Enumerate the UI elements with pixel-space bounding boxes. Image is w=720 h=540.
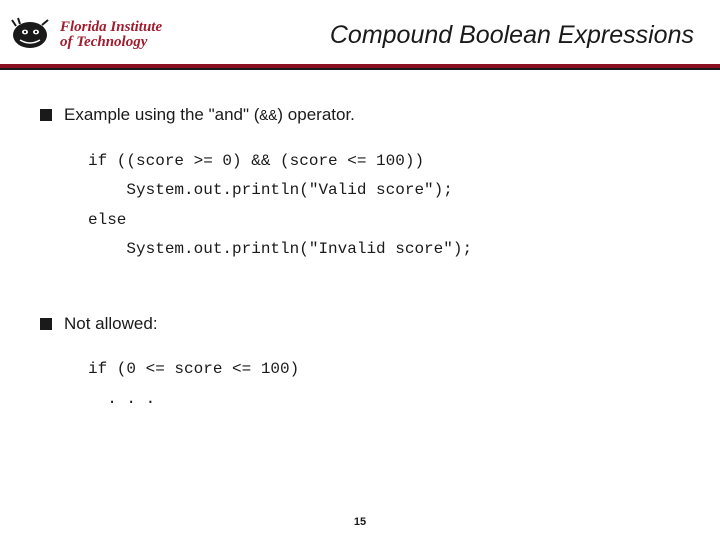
code-example-2: if (0 <= score <= 100) . . . [88,355,680,414]
square-bullet-icon [40,318,52,330]
slide-content: Example using the "and" (&&) operator. i… [0,70,720,414]
bullet-text: Example using the "and" (&&) operator. [64,104,355,127]
institution-logo: Florida Institute of Technology [10,16,162,54]
bullet-prefix: Not allowed: [64,314,158,333]
page-number: 15 [0,516,720,528]
bullet-prefix: Example using the "and" ( [64,105,259,124]
slide-header: Florida Institute of Technology Compound… [0,0,720,64]
square-bullet-icon [40,109,52,121]
bullet-text: Not allowed: [64,313,158,335]
logo-line-2: of Technology [60,35,162,50]
slide-title: Compound Boolean Expressions [162,21,704,50]
bullet-mono: && [259,108,277,125]
bullet-suffix: ) operator. [277,105,355,124]
logo-text: Florida Institute of Technology [60,20,162,50]
code-example-1: if ((score >= 0) && (score <= 100)) Syst… [88,147,680,265]
bullet-item: Not allowed: [40,313,680,335]
bullet-item: Example using the "and" (&&) operator. [40,104,680,127]
panther-icon [10,16,54,54]
logo-line-1: Florida Institute [60,20,162,35]
